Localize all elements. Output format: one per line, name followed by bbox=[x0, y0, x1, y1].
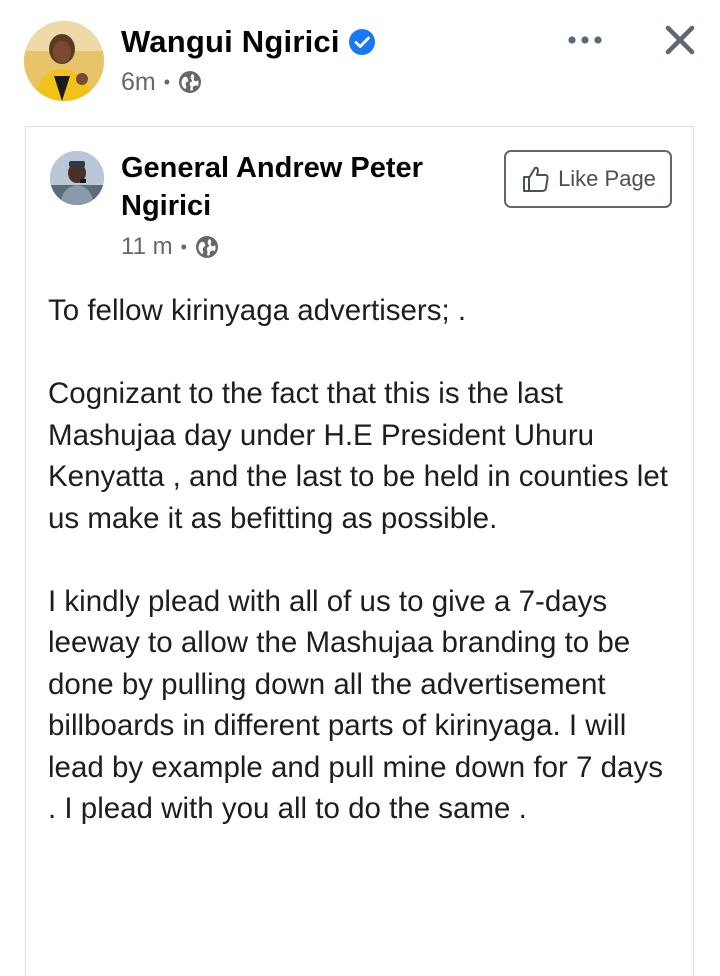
globe-icon[interactable] bbox=[178, 70, 202, 94]
page-avatar-image bbox=[50, 151, 104, 205]
close-button[interactable] bbox=[658, 18, 702, 62]
author-name-row: Wangui Ngirici bbox=[121, 22, 376, 62]
post-body: To fellow kirinyaga advertisers; . Cogni… bbox=[48, 290, 673, 871]
post-timestamp[interactable]: 6m bbox=[121, 68, 156, 97]
shared-post-meta: 11 m • bbox=[121, 232, 219, 262]
close-icon bbox=[665, 25, 695, 55]
meta-separator: • bbox=[163, 72, 171, 92]
post-paragraph: Cognizant to the fact that this is the l… bbox=[48, 377, 668, 535]
like-page-label: Like Page bbox=[558, 166, 656, 191]
avatar[interactable] bbox=[24, 21, 104, 101]
verified-badge-icon bbox=[348, 28, 376, 56]
avatar-image bbox=[24, 21, 104, 101]
more-icon bbox=[568, 36, 602, 44]
author-name[interactable]: Wangui Ngirici bbox=[121, 24, 340, 60]
shared-post-card[interactable]: General Andrew Peter Ngirici 11 m • Like… bbox=[25, 126, 694, 976]
shared-post-timestamp[interactable]: 11 m bbox=[121, 233, 173, 261]
post-header: Wangui Ngirici 6m • bbox=[0, 0, 720, 115]
like-page-button[interactable]: Like Page bbox=[504, 150, 672, 208]
page-avatar[interactable] bbox=[50, 151, 104, 205]
post-greeting: To fellow kirinyaga advertisers; . bbox=[48, 294, 467, 327]
post-paragraph: I kindly plead with all of us to give a … bbox=[48, 584, 663, 826]
globe-icon[interactable] bbox=[195, 235, 219, 259]
meta-separator: • bbox=[180, 237, 187, 257]
post-meta: 6m • bbox=[121, 66, 202, 98]
page-name[interactable]: General Andrew Peter Ngirici bbox=[121, 149, 481, 225]
more-options-button[interactable] bbox=[563, 22, 607, 58]
thumbs-up-icon bbox=[520, 163, 552, 195]
